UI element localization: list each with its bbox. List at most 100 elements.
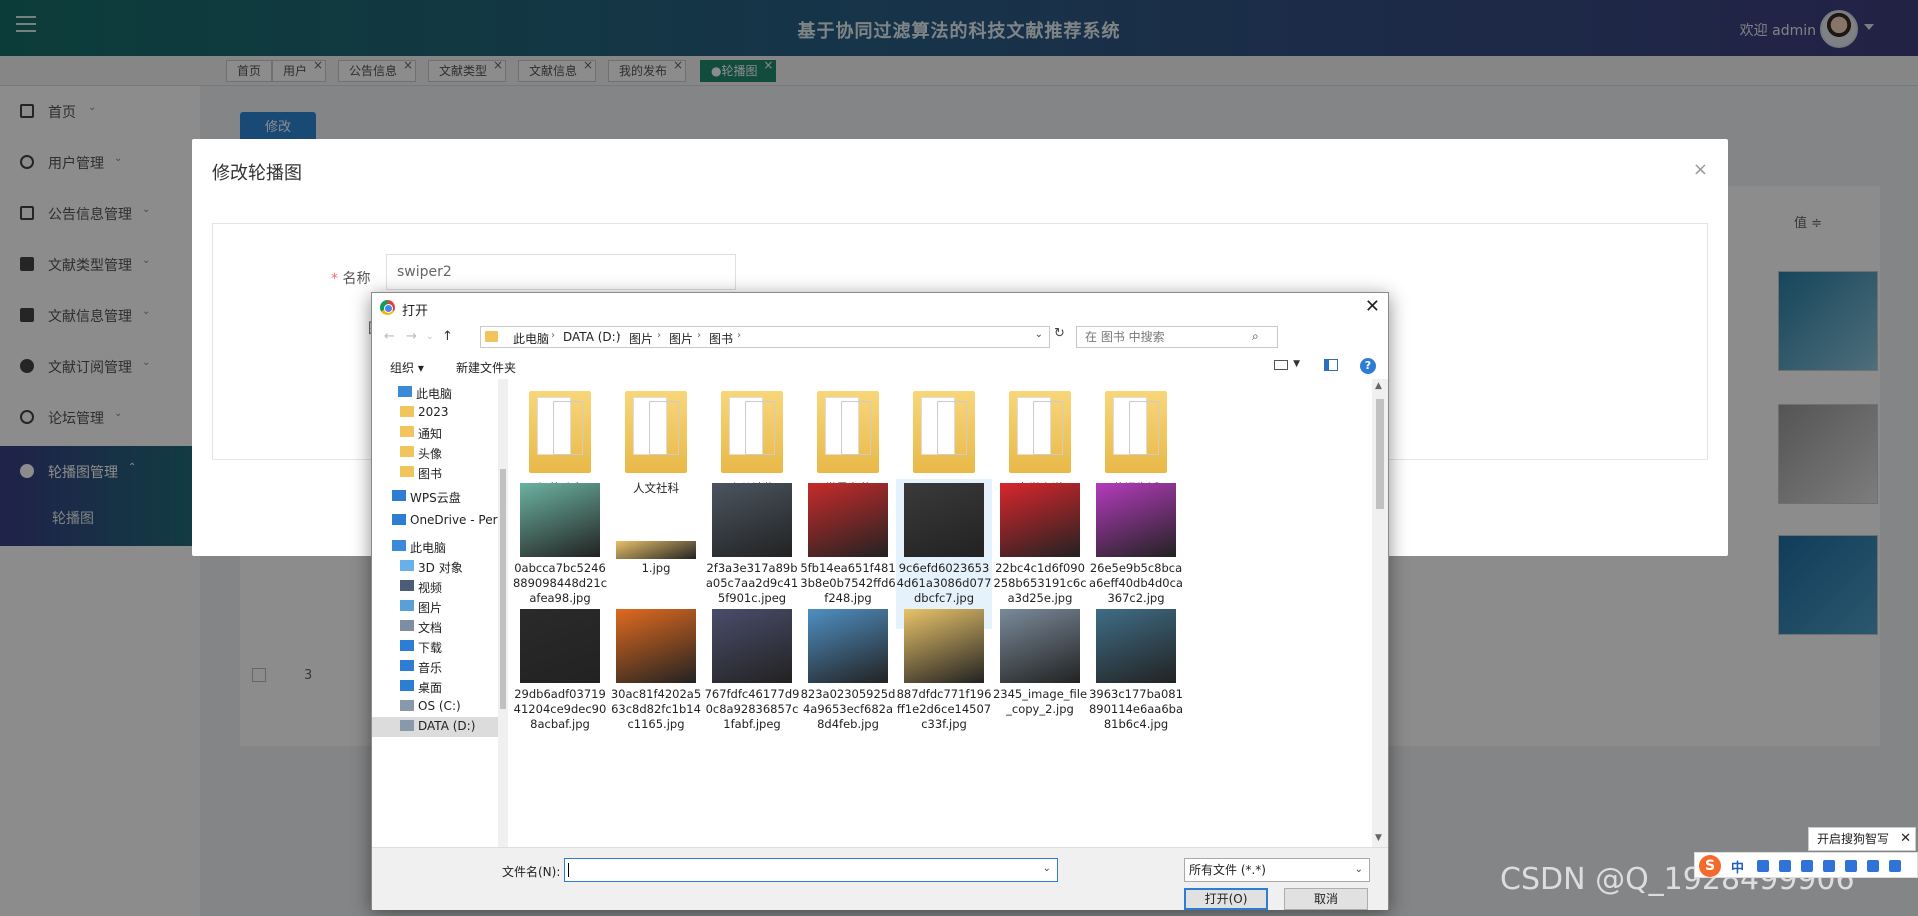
image-thumbnail xyxy=(1000,609,1080,683)
breadcrumb-item[interactable]: 此电脑 xyxy=(513,330,549,347)
cube-icon xyxy=(400,560,414,571)
image-thumbnail xyxy=(616,541,696,559)
chevron-right-icon[interactable]: › xyxy=(617,330,621,341)
file-item[interactable]: 29db6adf0371941204ce9dec908acbaf.jpg xyxy=(512,605,608,755)
filetype-value: 所有文件 (*.*) xyxy=(1189,863,1266,877)
scroll-thumb[interactable] xyxy=(1376,399,1384,509)
text-caret xyxy=(568,863,569,877)
cloud-icon xyxy=(392,490,406,501)
chevron-right-icon[interactable]: › xyxy=(657,330,661,341)
folder-icon xyxy=(400,426,414,437)
tree-item[interactable]: 图书 xyxy=(372,463,498,483)
sogou-logo-icon[interactable]: S xyxy=(1699,855,1721,877)
chrome-icon xyxy=(380,300,395,315)
chevron-down-icon[interactable]: ⌄ xyxy=(426,332,434,342)
tree-item[interactable]: OneDrive - Perso xyxy=(372,511,498,531)
help-icon[interactable]: ? xyxy=(1360,358,1376,374)
tree-scrollbar[interactable] xyxy=(498,379,508,847)
chevron-down-icon[interactable]: ⌄ xyxy=(1355,859,1363,881)
shirt-icon[interactable] xyxy=(1823,860,1835,872)
close-icon[interactable]: × xyxy=(1693,159,1708,180)
microphone-icon[interactable] xyxy=(1779,860,1791,872)
tree-item[interactable]: 桌面 xyxy=(372,677,498,697)
folder-icon xyxy=(1009,391,1071,473)
tree-item[interactable]: 头像 xyxy=(372,443,498,463)
document-preview xyxy=(1033,401,1063,455)
robot-icon[interactable] xyxy=(1845,860,1857,872)
grid-icon[interactable] xyxy=(1867,860,1879,872)
tree-item-label: 此电脑 xyxy=(416,387,453,401)
file-name: 26e5e9b5c8bcaa6eff40db4d0ca367c2.jpg xyxy=(1089,561,1183,605)
tree-item[interactable]: 此电脑 xyxy=(372,537,498,557)
cancel-button[interactable]: 取消 xyxy=(1284,888,1368,910)
chevron-right-icon[interactable]: › xyxy=(551,330,555,341)
folder-icon xyxy=(400,466,414,477)
file-item[interactable]: 823a02305925d4a9653ecf682a8d4feb.jpg xyxy=(800,605,896,755)
cloud-icon xyxy=(392,514,406,525)
up-arrow-icon[interactable]: ↑ xyxy=(442,329,453,344)
folder-icon xyxy=(817,391,879,473)
back-arrow-icon[interactable]: ← xyxy=(384,329,395,344)
tree-item[interactable]: WPS云盘 xyxy=(372,487,498,507)
punctuation-icon[interactable] xyxy=(1757,860,1769,872)
chevron-right-icon[interactable]: › xyxy=(697,330,701,341)
scroll-thumb[interactable] xyxy=(500,469,506,709)
tree-item[interactable]: 图片 xyxy=(372,597,498,617)
drive-icon xyxy=(400,720,414,731)
close-icon[interactable]: ✕ xyxy=(1900,828,1911,850)
scroll-down-icon[interactable]: ▼ xyxy=(1375,833,1382,843)
tree-item[interactable]: 下载 xyxy=(372,637,498,657)
tree-item[interactable]: 视频 xyxy=(372,577,498,597)
chevron-right-icon[interactable]: › xyxy=(737,330,741,341)
settings-icon[interactable] xyxy=(1889,860,1901,872)
scroll-up-icon[interactable]: ▲ xyxy=(1375,381,1382,391)
refresh-icon[interactable]: ↻ xyxy=(1054,326,1072,348)
doc-icon xyxy=(400,620,414,631)
search-icon[interactable]: ⌕ xyxy=(1252,329,1382,344)
tree-item[interactable]: 文档 xyxy=(372,617,498,637)
close-icon[interactable]: ✕ xyxy=(1365,296,1380,317)
tree-item[interactable]: 3D 对象 xyxy=(372,557,498,577)
dialog-titlebar: 打开 ✕ xyxy=(372,293,1388,321)
chevron-down-icon[interactable]: ⌄ xyxy=(1035,329,1043,340)
image-thumbnail xyxy=(904,483,984,557)
file-item[interactable]: 2345_image_file_copy_2.jpg xyxy=(992,605,1088,755)
chevron-down-icon[interactable]: ▼ xyxy=(1293,359,1300,369)
chevron-down-icon[interactable]: ⌄ xyxy=(1043,863,1051,874)
forward-arrow-icon[interactable]: → xyxy=(406,329,417,344)
tree-item[interactable]: 音乐 xyxy=(372,657,498,677)
file-grid-scrollbar[interactable]: ▲ ▼ xyxy=(1372,379,1388,847)
filename-input[interactable]: ⌄ xyxy=(564,858,1058,882)
name-input[interactable]: swiper2 xyxy=(386,254,736,290)
file-item[interactable]: 3963c177ba081890114e6aa6ba81b6c4.jpg xyxy=(1088,605,1184,755)
tree-item[interactable]: 此电脑 xyxy=(372,383,498,403)
breadcrumb-item[interactable]: 图书 xyxy=(709,330,733,347)
breadcrumb-item[interactable]: DATA (D:) xyxy=(563,330,620,344)
open-button[interactable]: 打开(O) xyxy=(1184,888,1268,910)
new-folder-button[interactable]: 新建文件夹 xyxy=(456,359,516,376)
file-item[interactable]: 30ac81f4202a563c8d82fc1b14c1165.jpg xyxy=(608,605,704,755)
image-thumbnail xyxy=(520,609,600,683)
tree-item-label: 音乐 xyxy=(418,661,443,675)
view-icon[interactable] xyxy=(1274,360,1288,370)
search-input[interactable]: 在 图书 中搜索 xyxy=(1076,326,1278,348)
tree-item-label: 2023 xyxy=(418,405,449,419)
tree-item[interactable]: OS (C:) xyxy=(372,697,498,717)
preview-pane-icon[interactable] xyxy=(1324,359,1338,371)
file-item[interactable]: 887dfdc771f196ff1e2d6ce14507c33f.jpg xyxy=(896,605,992,755)
ime-language-toggle[interactable]: 中 xyxy=(1731,857,1744,876)
tree-item[interactable]: 通知 xyxy=(372,423,498,443)
tree-item-label: 下载 xyxy=(418,641,443,655)
file-item[interactable]: 767fdfc46177d90c8a92836857c1fabf.jpeg xyxy=(704,605,800,755)
keyboard-icon[interactable] xyxy=(1801,860,1813,872)
organize-menu[interactable]: 组织 ▾ xyxy=(390,359,424,376)
drive-icon xyxy=(400,700,414,711)
breadcrumb-item[interactable]: 图片 xyxy=(629,330,653,347)
tree-item[interactable]: DATA (D:) xyxy=(372,717,498,737)
filetype-select[interactable]: 所有文件 (*.*) ⌄ xyxy=(1184,858,1370,882)
folder-icon xyxy=(1105,391,1167,473)
image-thumbnail xyxy=(1000,483,1080,557)
breadcrumb-item[interactable]: 图片 xyxy=(669,330,693,347)
address-bar[interactable]: 此电脑 › DATA (D:) › 图片 › 图片 › 图书 › ⌄ xyxy=(480,326,1050,348)
tree-item[interactable]: 2023 xyxy=(372,403,498,423)
